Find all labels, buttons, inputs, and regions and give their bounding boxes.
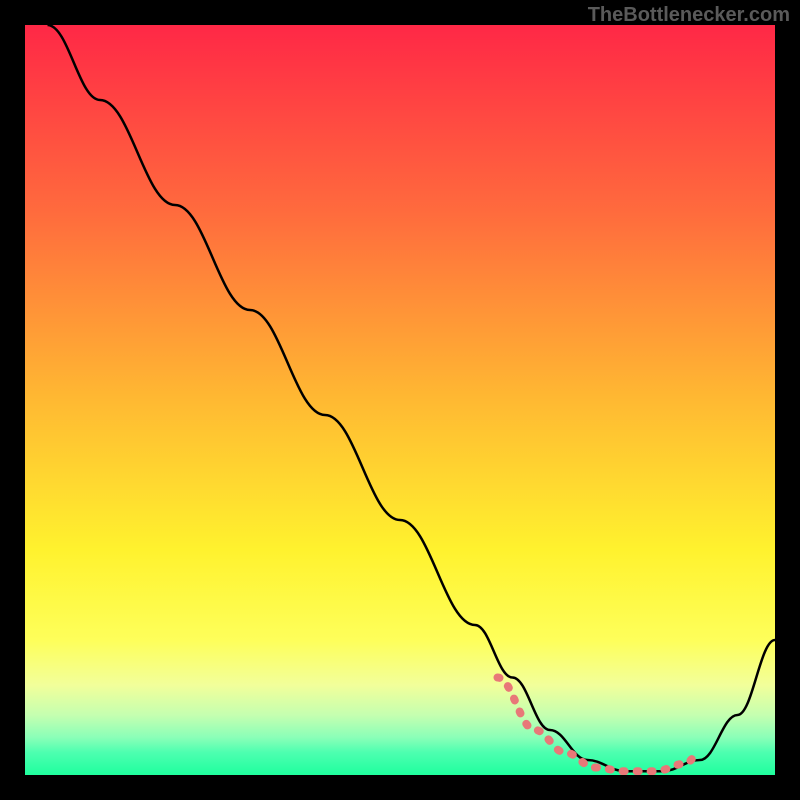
- optimal-zone-highlight: [498, 678, 701, 772]
- curve-overlay: [25, 25, 775, 775]
- bottleneck-curve: [48, 25, 776, 771]
- watermark-text: TheBottlenecker.com: [588, 4, 790, 27]
- chart-container: [25, 25, 775, 775]
